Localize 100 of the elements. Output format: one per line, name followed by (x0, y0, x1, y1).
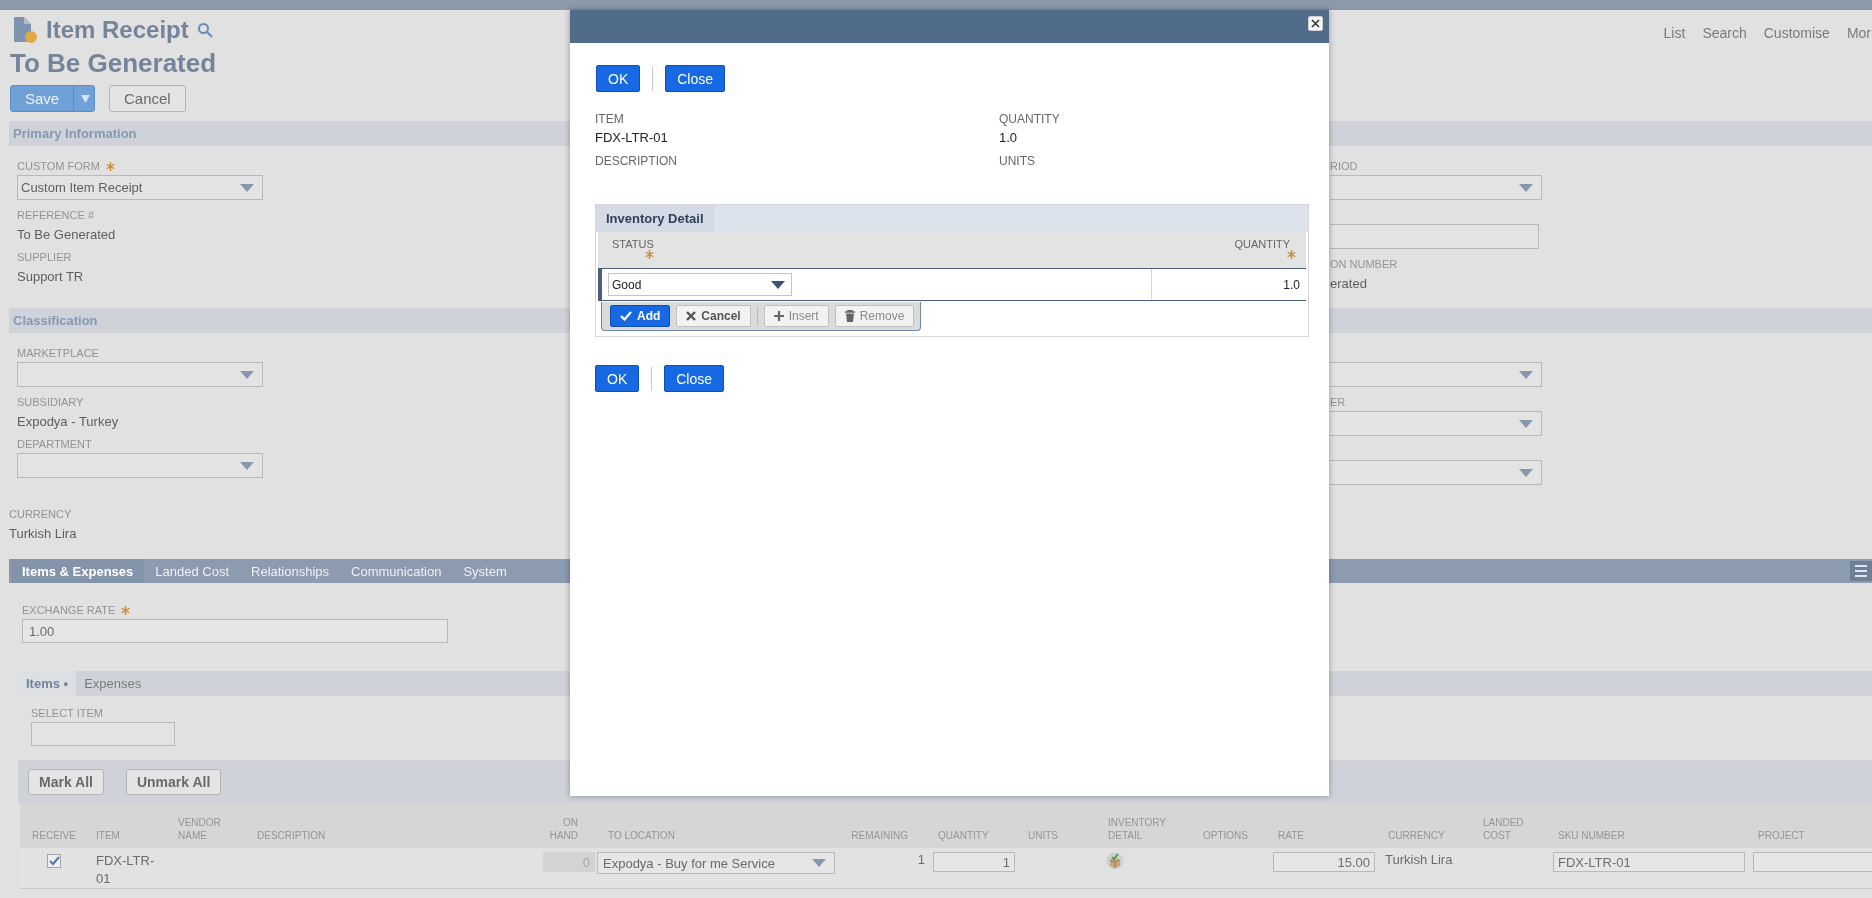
quantity-cell[interactable]: 1.0 (1151, 269, 1306, 300)
field-label: ER (1330, 395, 1346, 409)
plus-icon (773, 311, 784, 321)
input-field[interactable]: 1.00 (22, 619, 448, 643)
page-title: Item Receipt (46, 16, 189, 44)
tab[interactable]: Items & Expenses (11, 559, 145, 583)
dropdown-field[interactable] (1330, 460, 1542, 485)
dropdown-caret-icon (812, 859, 826, 867)
column-header: DESCRIPTION (257, 829, 326, 842)
table-cell-text: Turkish Lira (1384, 852, 1453, 867)
dropdown-caret-icon (1519, 419, 1533, 428)
nav-link[interactable]: List (1663, 25, 1686, 41)
save-button[interactable]: Save (10, 85, 95, 112)
column-header: RECEIVE (32, 829, 76, 842)
tab[interactable]: Communication (340, 559, 453, 583)
field-value: FDX-LTR-01 (595, 130, 669, 145)
close-icon[interactable] (1308, 16, 1323, 31)
row-add-button[interactable]: Add (610, 305, 671, 327)
cancel-button[interactable]: Cancel (109, 85, 186, 112)
input-field[interactable] (1753, 852, 1872, 872)
dropdown-field[interactable] (1330, 362, 1542, 387)
column-header: UNITS (1028, 829, 1058, 842)
list-view-icon[interactable] (1850, 561, 1872, 581)
table-cell-text: FDX-LTR-01 (95, 852, 156, 888)
subtab[interactable]: Items • (18, 671, 77, 696)
dropdown-field[interactable] (1330, 175, 1542, 200)
dropdown-field[interactable]: Custom Item Receipt (17, 175, 263, 200)
input-field[interactable] (1330, 224, 1539, 249)
column-header: LANDED COST (1483, 816, 1525, 842)
inventory-box-icon[interactable] (1106, 852, 1124, 870)
column-header: PROJECT (1758, 829, 1805, 842)
nav-link[interactable]: Search (1702, 25, 1747, 41)
column-header: RATE (1278, 829, 1304, 842)
sublist-tab[interactable]: Inventory Detail (596, 205, 714, 232)
row-remove-button[interactable]: Remove (834, 305, 915, 327)
document-icon (12, 16, 38, 44)
field-label: CUSTOM FORM (17, 159, 100, 173)
tab[interactable]: System (452, 559, 518, 583)
dropdown-caret-icon (1519, 468, 1533, 477)
dropdown-field[interactable]: Expodya - Buy for me Service (597, 852, 835, 874)
column-header: CURRENCY (1388, 829, 1445, 842)
field-label: DESCRIPTION (595, 154, 678, 168)
list-button[interactable]: Mark All (28, 768, 104, 795)
column-header: ON HAND (548, 816, 578, 842)
field-label: ON NUMBER (1330, 257, 1398, 271)
dialog-button[interactable]: OK (596, 65, 641, 92)
row-cancel-button[interactable]: Cancel (676, 305, 751, 327)
dropdown-field[interactable] (17, 453, 263, 478)
nav-link[interactable]: Mor (1846, 25, 1871, 41)
dropdown-caret-icon (771, 280, 785, 289)
field-value: Turkish Lira (9, 526, 77, 541)
dropdown-caret-icon (1519, 183, 1533, 192)
field-label: EXCHANGE RATE (22, 603, 116, 617)
list-button[interactable]: Unmark All (125, 768, 222, 795)
field-value: 1.0 (999, 130, 1019, 145)
column-header: TO LOCATION (608, 829, 675, 842)
column-header: QUANTITY (938, 829, 989, 842)
dialog-button[interactable]: Close (665, 65, 726, 92)
dropdown-caret-icon (240, 461, 254, 470)
column-header: INVENTORY DETAIL (1108, 816, 1167, 842)
status-dropdown[interactable]: Good (608, 273, 792, 296)
field-label: CURRENCY (9, 507, 72, 521)
field-label: SUBSIDIARY (17, 395, 84, 409)
field-value: To Be Generated (17, 227, 116, 242)
dropdown-caret-icon (240, 370, 254, 379)
check-icon (620, 311, 632, 321)
input-field[interactable]: FDX-LTR-01 (1553, 852, 1745, 872)
dropdown-field[interactable] (17, 362, 263, 387)
input-field[interactable]: 15.00 (1273, 852, 1375, 872)
column-header: VENDOR NAME (178, 816, 222, 842)
field-label: UNITS (999, 154, 1036, 168)
dropdown-caret-icon (1519, 370, 1533, 379)
caret-icon[interactable] (81, 94, 91, 103)
field-value: Expodya - Turkey (17, 414, 119, 429)
column-header: REMAINING (851, 829, 908, 842)
field-label: SUPPLIER (17, 250, 72, 264)
field-label: REFERENCE # (17, 208, 95, 222)
field-value: erated (1330, 276, 1367, 291)
input-field[interactable]: 1 (933, 852, 1015, 872)
record-title: To Be Generated (10, 48, 217, 79)
field-label: SELECT ITEM (31, 706, 103, 720)
column-header: ITEM (96, 829, 120, 842)
column-header: OPTIONS (1203, 829, 1248, 842)
field-label: RIOD (1330, 159, 1358, 173)
column-header: QUANTITY (1234, 238, 1290, 250)
subtab[interactable]: Expenses (76, 671, 150, 696)
column-header: STATUS (612, 238, 654, 250)
close-icon (686, 311, 697, 321)
dropdown-field[interactable] (1330, 411, 1542, 436)
dropdown-caret-icon (240, 183, 254, 192)
dialog-button[interactable]: OK (595, 365, 640, 392)
field-label: MARKETPLACE (17, 346, 99, 360)
tab[interactable]: Landed Cost (144, 559, 240, 583)
tab[interactable]: Relationships (240, 559, 341, 583)
receive-checkbox[interactable] (47, 854, 61, 868)
search-icon[interactable] (196, 22, 213, 38)
nav-link[interactable]: Customise (1763, 25, 1830, 41)
dialog-button[interactable]: Close (664, 365, 725, 392)
row-insert-button[interactable]: Insert (763, 305, 829, 327)
input-field[interactable] (31, 722, 175, 746)
